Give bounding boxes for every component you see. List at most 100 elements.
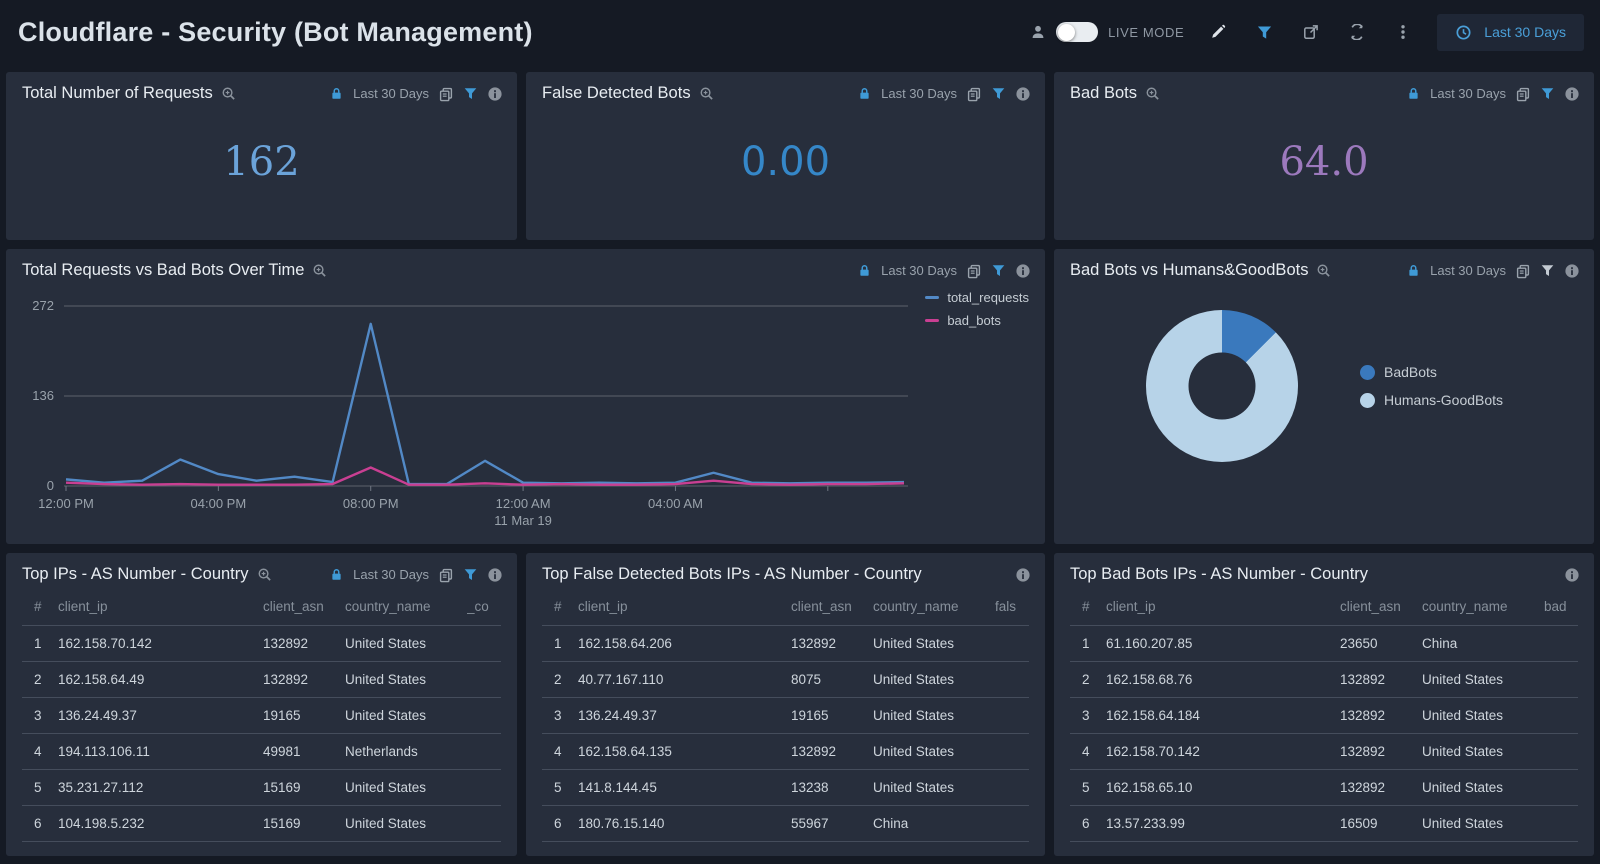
table-cell: 132892 (1340, 662, 1422, 698)
funnel-icon[interactable] (463, 567, 478, 582)
funnel-icon[interactable] (463, 86, 478, 101)
x-axis-tick-label: 12:00 PM (38, 496, 94, 511)
series-total_requests (66, 324, 904, 484)
info-icon[interactable] (487, 567, 503, 583)
panel-bad-bots: Bad Bots Last 30 Days 64.0 (1054, 72, 1594, 240)
column-header: fals (995, 592, 1029, 626)
copy-icon[interactable] (966, 263, 982, 279)
edit-dashboard-button[interactable] (1206, 20, 1230, 44)
info-icon[interactable] (1015, 567, 1031, 583)
table-cell (467, 734, 501, 770)
zoom-in-icon[interactable] (1145, 86, 1160, 101)
funnel-icon[interactable] (1540, 263, 1555, 278)
table-cell: United States (873, 734, 995, 770)
table-cell: 15169 (263, 770, 345, 806)
table-cell: United States (873, 626, 995, 662)
lock-icon (1406, 86, 1421, 101)
table-cell: 2 (1070, 662, 1106, 698)
panel-title: Top False Detected Bots IPs - AS Number … (542, 565, 922, 584)
info-icon[interactable] (1015, 263, 1031, 279)
table-cell: 162.158.68.76 (1106, 662, 1340, 698)
table-cell: 132892 (1340, 770, 1422, 806)
info-icon[interactable] (487, 86, 503, 102)
live-mode-control: LIVE MODE (1030, 22, 1184, 42)
table-cell: 40.77.167.110 (578, 662, 791, 698)
info-icon[interactable] (1564, 86, 1580, 102)
funnel-icon[interactable] (1540, 86, 1555, 101)
lock-icon (857, 86, 872, 101)
x-axis-tick-label: 04:00 AM (648, 496, 703, 511)
table-row: 161.160.207.8523650China (1070, 626, 1578, 662)
info-icon[interactable] (1564, 263, 1580, 279)
copy-icon[interactable] (438, 567, 454, 583)
live-mode-toggle[interactable] (1056, 22, 1098, 42)
zoom-in-icon[interactable] (312, 263, 327, 278)
metric-value: 162 (6, 107, 517, 217)
funnel-icon[interactable] (991, 263, 1006, 278)
table-cell: United States (1422, 734, 1544, 770)
table-row: 1162.158.64.206132892United States (542, 626, 1029, 662)
column-header: bad (1544, 592, 1578, 626)
table-cell: 162.158.64.49 (58, 662, 263, 698)
table-cell: 1 (22, 626, 58, 662)
table-cell: 4 (542, 734, 578, 770)
table-cell: 3 (1070, 698, 1106, 734)
app-header: Cloudflare - Security (Bot Management) L… (0, 0, 1600, 64)
column-header: # (1070, 592, 1106, 626)
clock-icon (1455, 24, 1472, 41)
table-cell: 136.24.49.37 (58, 698, 263, 734)
legend-swatch (1360, 365, 1375, 380)
x-axis-tick-label: 12:00 AM (496, 496, 551, 511)
y-axis-tick-label: 272 (32, 298, 54, 313)
table-row: 4194.113.106.1149981Netherlands (22, 734, 501, 770)
column-header: country_name (345, 592, 467, 626)
chart-legend: total_requests bad_bots (925, 290, 1029, 328)
more-options-button[interactable] (1391, 20, 1415, 44)
time-range-button[interactable]: Last 30 Days (1437, 14, 1584, 51)
refresh-button[interactable] (1345, 20, 1369, 44)
copy-icon[interactable] (966, 86, 982, 102)
filter-button[interactable] (1252, 20, 1277, 45)
table-cell: 5 (542, 770, 578, 806)
column-header: client_asn (791, 592, 873, 626)
table-cell: United States (345, 806, 467, 842)
table-cell: United States (345, 626, 467, 662)
column-header: country_name (873, 592, 995, 626)
table-cell: 61.160.207.85 (1106, 626, 1340, 662)
table-cell: 8075 (791, 662, 873, 698)
info-icon[interactable] (1564, 567, 1580, 583)
funnel-icon[interactable] (991, 86, 1006, 101)
table-cell (1544, 770, 1578, 806)
column-header: client_ip (58, 592, 263, 626)
table-row: 4162.158.70.142132892United States (1070, 734, 1578, 770)
zoom-in-icon[interactable] (221, 86, 236, 101)
zoom-in-icon[interactable] (699, 86, 714, 101)
funnel-icon (1256, 24, 1273, 41)
toggle-knob[interactable] (1058, 24, 1075, 41)
table-cell: 132892 (791, 626, 873, 662)
zoom-in-icon[interactable] (257, 567, 272, 582)
panel-total-requests: Total Number of Requests Last 30 Days 16… (6, 72, 517, 240)
copy-icon[interactable] (438, 86, 454, 102)
legend-item-badbots: BadBots (1360, 364, 1503, 380)
table-cell: 2 (542, 662, 578, 698)
line-chart: 272136012:00 PM04:00 PM08:00 PM12:00 AM1… (22, 286, 1029, 537)
copy-icon[interactable] (1515, 86, 1531, 102)
zoom-in-icon[interactable] (1316, 263, 1331, 278)
table-cell (467, 806, 501, 842)
legend-item-total-requests: total_requests (925, 290, 1029, 305)
info-icon[interactable] (1015, 86, 1031, 102)
table-cell: 23650 (1340, 626, 1422, 662)
table-cell: 35.231.27.112 (58, 770, 263, 806)
metric-value: 64.0 (1054, 107, 1594, 217)
panel-top-false-detected-bots-ips: Top False Detected Bots IPs - AS Number … (526, 553, 1045, 856)
top-false-bots-table: #client_ipclient_asncountry_namefals1162… (542, 592, 1029, 842)
copy-icon[interactable] (1515, 263, 1531, 279)
table-cell: United States (1422, 806, 1544, 842)
table-cell: 6 (22, 806, 58, 842)
table-cell: United States (873, 770, 995, 806)
share-button[interactable] (1299, 20, 1323, 44)
table-row: 535.231.27.11215169United States (22, 770, 501, 806)
table-cell (1544, 662, 1578, 698)
table-cell: United States (1422, 770, 1544, 806)
